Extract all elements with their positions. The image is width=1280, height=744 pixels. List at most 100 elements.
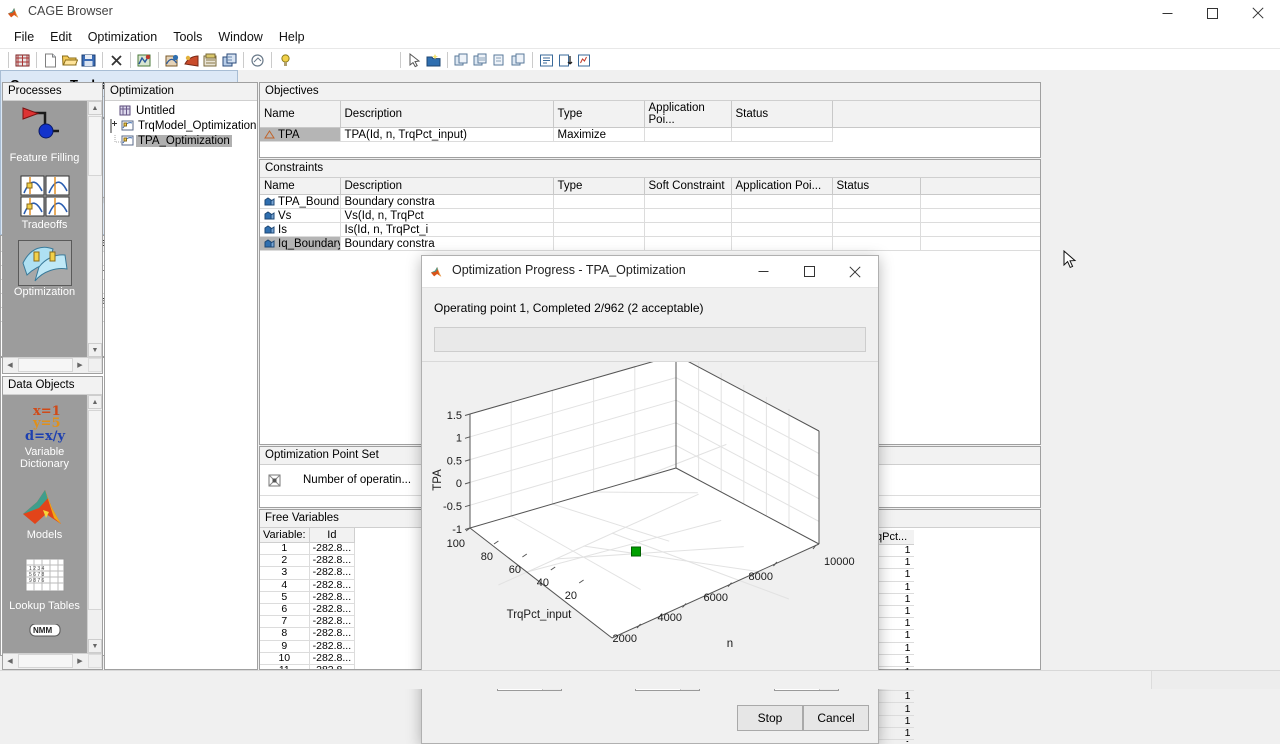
table-row[interactable]: 2 -282.8...: [260, 554, 356, 568]
menu-item-optimization[interactable]: Optimization: [80, 28, 165, 46]
data-objects-horizontal-scrollbar[interactable]: ◀ ▶: [3, 653, 102, 669]
scroll-down-arrow[interactable]: ▼: [88, 639, 102, 653]
column-header-variable[interactable]: Variable:: [260, 528, 310, 543]
tradeoff-icon[interactable]: [164, 52, 181, 69]
column-header-name[interactable]: Name: [260, 178, 341, 195]
processes-horizontal-scrollbar[interactable]: ◀ ▶: [3, 357, 102, 373]
table-row[interactable]: 11-282.8...: [260, 664, 356, 669]
copy1-icon[interactable]: [453, 52, 470, 69]
maximize-button[interactable]: [1190, 0, 1235, 26]
tree-node-untitled[interactable]: Untitled: [105, 103, 257, 118]
column-header-name[interactable]: Name: [260, 101, 341, 128]
data-object-item-lookup-tables[interactable]: 1 2 3 4 5 6 7 8 9 8 7 6 Lookup Tables: [3, 549, 86, 612]
column-header-description[interactable]: Description: [340, 101, 554, 128]
menu-item-window[interactable]: Window: [210, 28, 270, 46]
dialog-minimize-button[interactable]: [740, 256, 786, 287]
process-item-tradeoffs[interactable]: Tradeoffs: [3, 168, 86, 231]
table-row[interactable]: TPA_Bound... Boundary constra: [260, 194, 1040, 209]
minimize-button[interactable]: [1145, 0, 1190, 26]
scroll-right-arrow[interactable]: ▶: [73, 358, 87, 372]
scroll-thumb[interactable]: [18, 654, 73, 668]
menu-item-help[interactable]: Help: [271, 28, 313, 46]
pointer-icon[interactable]: [406, 52, 423, 69]
column-header-soft-constraint[interactable]: Soft Constraint: [644, 178, 732, 195]
data-icon[interactable]: [221, 52, 238, 69]
row-index-cell: 4: [260, 579, 310, 592]
setup-icon[interactable]: [538, 52, 555, 69]
column-header-type[interactable]: Type: [553, 101, 645, 128]
data-object-item-datasets[interactable]: NMM: [3, 618, 86, 638]
column-header-status[interactable]: Status: [731, 101, 833, 128]
scroll-down-arrow[interactable]: ▼: [88, 343, 102, 357]
menu-item-file[interactable]: File: [6, 28, 42, 46]
table-row[interactable]: Iq_Boundary Boundary constra: [260, 236, 1040, 251]
cage-icon[interactable]: [14, 52, 31, 69]
table-row[interactable]: TPA TPA(Id, n, TrqPct_input) Maximize: [260, 127, 1040, 142]
objectives-grid[interactable]: Name Description Type Application Poi...…: [260, 101, 1040, 157]
menu-item-tools[interactable]: Tools: [165, 28, 210, 46]
table-row[interactable]: 10 -282.8...: [260, 652, 356, 665]
stop-button[interactable]: Stop: [737, 705, 803, 731]
scroll-thumb[interactable]: [18, 358, 73, 372]
copy2-icon[interactable]: [472, 52, 489, 69]
open-icon[interactable]: [61, 52, 78, 69]
add-constraint-icon[interactable]: [425, 52, 442, 69]
close-button[interactable]: [1235, 0, 1280, 26]
table-row[interactable]: 5 -282.8...: [260, 591, 356, 604]
row-value-cell: -282.8...: [309, 566, 356, 580]
table-row[interactable]: 9 -282.8...: [260, 640, 356, 653]
column-header-id[interactable]: Id: [309, 528, 356, 543]
processes-vertical-scrollbar[interactable]: ▲ ▼: [87, 101, 102, 357]
process-item-feature-filling[interactable]: Feature Filling: [3, 101, 86, 164]
table-row[interactable]: Vs Vs(Id, n, TrqPct: [260, 208, 1040, 223]
table-row[interactable]: Is Is(Id, n, TrqPct_i: [260, 222, 1040, 237]
column-header-description[interactable]: Description: [340, 178, 554, 195]
scroll-right-arrow[interactable]: ▶: [73, 654, 87, 668]
column-header-status[interactable]: Status: [832, 178, 921, 195]
process-label: Optimization: [13, 286, 76, 298]
table-row[interactable]: 1 -282.8...: [260, 542, 356, 556]
copy3-icon[interactable]: [491, 52, 508, 69]
table-row[interactable]: 7 -282.8...: [260, 615, 356, 629]
save-icon[interactable]: [80, 52, 97, 69]
process-item-optimization[interactable]: Optimization: [3, 235, 86, 298]
calibration-manager-icon[interactable]: [202, 52, 219, 69]
scroll-thumb[interactable]: [88, 116, 102, 176]
tree-node-tpa-optimization[interactable]: TPA_Optimization: [105, 133, 257, 148]
constraint-description-cell: Boundary constra: [340, 236, 554, 251]
scroll-thumb[interactable]: [88, 410, 102, 610]
feature-icon[interactable]: [136, 52, 153, 69]
tree-node-trqmodel-optimization[interactable]: TrqModel_Optimization: [105, 118, 257, 133]
new-icon[interactable]: [42, 52, 59, 69]
run-icon[interactable]: [557, 52, 574, 69]
constraints-table: Name Description Type Soft Constraint Ap…: [260, 178, 1040, 251]
column-header-type[interactable]: Type: [553, 178, 645, 195]
data-objects-vertical-scrollbar[interactable]: ▲ ▼: [87, 395, 102, 653]
optimization-progress-plot[interactable]: -1 -0.5 0 0.5 1 1.5 TPA 100 80 60 40 20 …: [424, 362, 876, 667]
table-row[interactable]: 8 -282.8...: [260, 627, 356, 641]
constraint-appoint-cell: [731, 236, 833, 251]
cancel-button[interactable]: Cancel: [803, 705, 869, 731]
table-row[interactable]: 3 -282.8...: [260, 566, 356, 580]
delete-icon[interactable]: [108, 52, 125, 69]
data-object-item-variable-dictionary[interactable]: x=1 y=5 d=x/y Variable Dictionary: [3, 395, 86, 470]
scroll-up-arrow[interactable]: ▲: [88, 101, 102, 115]
dialog-maximize-button[interactable]: [786, 256, 832, 287]
table-row[interactable]: 6 -282.8...: [260, 603, 356, 617]
scroll-left-arrow[interactable]: ◀: [3, 358, 17, 372]
view-icon[interactable]: [249, 52, 266, 69]
menu-item-edit[interactable]: Edit: [42, 28, 80, 46]
help-icon[interactable]: [277, 52, 294, 69]
table-row[interactable]: 4 -282.8...: [260, 579, 356, 592]
scroll-left-arrow[interactable]: ◀: [3, 654, 17, 668]
optimization-tree[interactable]: Untitled TrqModel_Optimization TPA_Optim…: [105, 101, 257, 669]
results-icon[interactable]: [576, 52, 593, 69]
tree-expander[interactable]: [110, 119, 121, 133]
optimization-icon[interactable]: [183, 52, 200, 69]
data-object-item-models[interactable]: Models: [3, 478, 86, 541]
copy4-icon[interactable]: [510, 52, 527, 69]
dialog-close-button[interactable]: [832, 256, 878, 287]
column-header-application-point[interactable]: Application Poi...: [644, 101, 732, 128]
column-header-application-point[interactable]: Application Poi...: [731, 178, 833, 195]
scroll-up-arrow[interactable]: ▲: [88, 395, 102, 409]
